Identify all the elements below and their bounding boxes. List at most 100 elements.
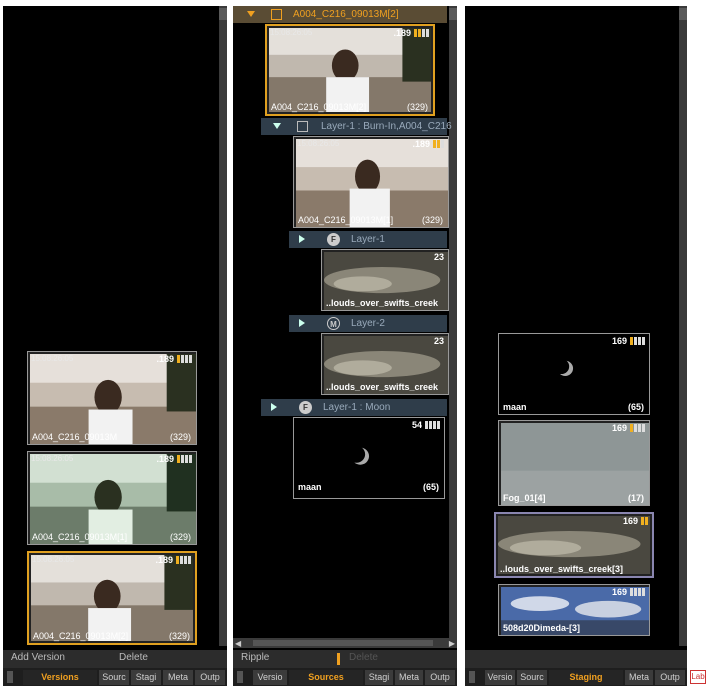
checkbox[interactable] <box>297 121 308 132</box>
clip-name: ..louds_over_swifts_creek <box>326 298 439 308</box>
sources-actions-bar: Ripple Delete <box>233 650 457 668</box>
scroll-right-icon[interactable]: ▶ <box>449 639 455 648</box>
clip-name: A004_C216_09013M[1] <box>32 532 128 542</box>
collapse-icon[interactable] <box>247 11 255 17</box>
staging-panel: 169 maan (65) 169 Fog_01[4] (17) 169 ..l… <box>465 6 687 686</box>
tab-output[interactable]: Outp <box>425 670 455 685</box>
staging-actions-bar <box>465 650 687 668</box>
tab-metadata[interactable]: Meta <box>395 670 423 685</box>
frame-count: .189 <box>156 354 192 365</box>
add-version-button[interactable]: Add Version <box>11 650 65 666</box>
ripple-button[interactable]: Ripple <box>241 650 269 666</box>
video-frame-image <box>31 555 193 641</box>
row-label: Layer-1 : Moon <box>323 402 391 413</box>
source-thumb-clouds-2[interactable]: 23 ..louds_over_swifts_creek <box>321 333 449 395</box>
staging-thumb-sky[interactable]: 169 508d20Dimeda-[3] <box>498 584 650 636</box>
delete-button[interactable]: Delete <box>349 650 378 666</box>
version-thumb-3[interactable]: 15:08:26:05 .189 A004_C216_09013M[2] (32… <box>27 551 197 645</box>
tab-sources[interactable]: Sourc <box>517 670 547 685</box>
clip-frames: (17) <box>627 493 644 503</box>
source-row-moon[interactable]: F Layer-1 : Moon <box>261 399 447 416</box>
expand-icon[interactable] <box>299 319 305 327</box>
video-frame-image <box>30 354 196 444</box>
source-thumb-root[interactable]: 15:08:26:05 .189 A004_C216_09013M[2] (32… <box>265 24 435 116</box>
clip-name: A004_C216_09013M <box>32 432 118 442</box>
version-thumb-2[interactable]: 15:08:26:05 .189 A004_C216_09013M[1] (32… <box>27 451 197 545</box>
tab-metadata[interactable]: Meta <box>625 670 653 685</box>
clip-frames: (65) <box>422 482 439 492</box>
source-row-sublayer2[interactable]: M Layer-2 <box>289 315 447 332</box>
frame-count: 169 <box>612 587 645 598</box>
source-row-sublayer1[interactable]: F Layer-1 <box>289 231 447 248</box>
frame-count: 54 <box>412 420 440 431</box>
staging-thumb-clouds[interactable]: 169 ..louds_over_swifts_creek[3] <box>494 512 654 578</box>
timecode: 15:08:26:05 <box>32 555 75 564</box>
source-thumb-layer1[interactable]: 15:08:26:05 .189 A004_C216_09013M[1] (32… <box>293 136 449 228</box>
divider <box>337 653 340 665</box>
checkbox[interactable] <box>271 9 282 20</box>
clip-name: 508d20Dimeda-[3] <box>503 623 581 633</box>
staging-thumb-moon[interactable]: 169 maan (65) <box>498 333 650 415</box>
sources-scrollbar[interactable] <box>449 6 457 638</box>
row-label: A004_C216_09013M[2] <box>293 9 399 20</box>
tab-sources[interactable]: Sourc <box>99 670 129 685</box>
source-thumb-moon[interactable]: 54 maan (65) <box>293 417 445 499</box>
grip-handle[interactable] <box>237 671 243 683</box>
timecode: 15:08:26:05 <box>31 354 74 363</box>
sources-hscrollbar[interactable]: ◀ ▶ <box>233 638 457 648</box>
grip-handle[interactable] <box>469 671 475 683</box>
frame-count: 23 <box>433 336 444 346</box>
tab-versions[interactable]: Versions <box>23 670 97 685</box>
source-row-root[interactable]: A004_C216_09013M[2] <box>233 6 447 23</box>
clip-name: maan <box>503 402 527 412</box>
frame-count: .189 <box>393 28 429 39</box>
scroll-left-icon[interactable]: ◀ <box>235 639 241 648</box>
versions-tab-bar: Versions Sourc Stagi Meta Outp <box>3 668 227 686</box>
tab-metadata[interactable]: Meta <box>163 670 193 685</box>
grip-handle[interactable] <box>7 671 13 683</box>
versions-panel: 15:08:26:05 .189 A004_C216_09013M (329) … <box>3 6 227 686</box>
frame-count: 169 <box>612 423 645 434</box>
tab-versions[interactable]: Versio <box>485 670 515 685</box>
tab-output[interactable]: Outp <box>655 670 685 685</box>
expand-icon[interactable] <box>271 403 277 411</box>
clip-name: Fog_01[4] <box>503 493 546 503</box>
source-thumb-clouds-1[interactable]: 23 ..louds_over_swifts_creek <box>321 249 449 311</box>
versions-actions-bar: Add Version Delete <box>3 650 227 668</box>
version-thumb-1[interactable]: 15:08:26:05 .189 A004_C216_09013M (329) <box>27 351 197 445</box>
corner-logo: Lab <box>690 670 706 684</box>
staging-thumb-fog[interactable]: 169 Fog_01[4] (17) <box>498 420 650 506</box>
timecode: 15:08:26:05 <box>297 139 340 148</box>
video-frame-image <box>269 28 431 112</box>
frame-count: .189 <box>412 139 444 150</box>
scroll-thumb[interactable] <box>253 640 433 646</box>
row-label: Layer-2 <box>351 318 385 329</box>
video-frame-image <box>296 139 448 227</box>
tab-staging[interactable]: Staging <box>549 670 623 685</box>
delete-button[interactable]: Delete <box>119 650 148 666</box>
clip-name: ..louds_over_swifts_creek[3] <box>500 564 624 574</box>
row-label: Layer-1 : Burn-In,A004_C216 <box>321 121 452 132</box>
clip-name: maan <box>298 482 322 492</box>
staging-tab-bar: Versio Sourc Staging Meta Outp <box>465 668 687 686</box>
collapse-icon[interactable] <box>273 123 281 129</box>
tab-staging[interactable]: Stagi <box>365 670 393 685</box>
timecode: 15:08:26:05 <box>270 28 313 37</box>
source-row-layer1[interactable]: Layer-1 : Burn-In,A004_C216 <box>261 118 452 135</box>
staging-scrollbar[interactable] <box>679 6 687 646</box>
f-badge-icon: F <box>327 233 340 246</box>
tab-staging[interactable]: Stagi <box>131 670 161 685</box>
tab-sources[interactable]: Sources <box>289 670 363 685</box>
expand-icon[interactable] <box>299 235 305 243</box>
frame-count: .189 <box>156 454 192 465</box>
sources-panel: A004_C216_09013M[2] 15:08:26:05 .189 A00… <box>233 6 457 686</box>
f-badge-icon: F <box>299 401 312 414</box>
clip-frames: (329) <box>169 532 191 542</box>
tab-versions[interactable]: Versio <box>253 670 287 685</box>
tab-output[interactable]: Outp <box>195 670 225 685</box>
clip-name: A004_C216_09013M[2] <box>33 631 129 641</box>
m-badge-icon: M <box>327 317 340 330</box>
video-frame-image <box>30 454 196 544</box>
row-label: Layer-1 <box>351 234 385 245</box>
versions-scrollbar[interactable] <box>219 6 227 646</box>
